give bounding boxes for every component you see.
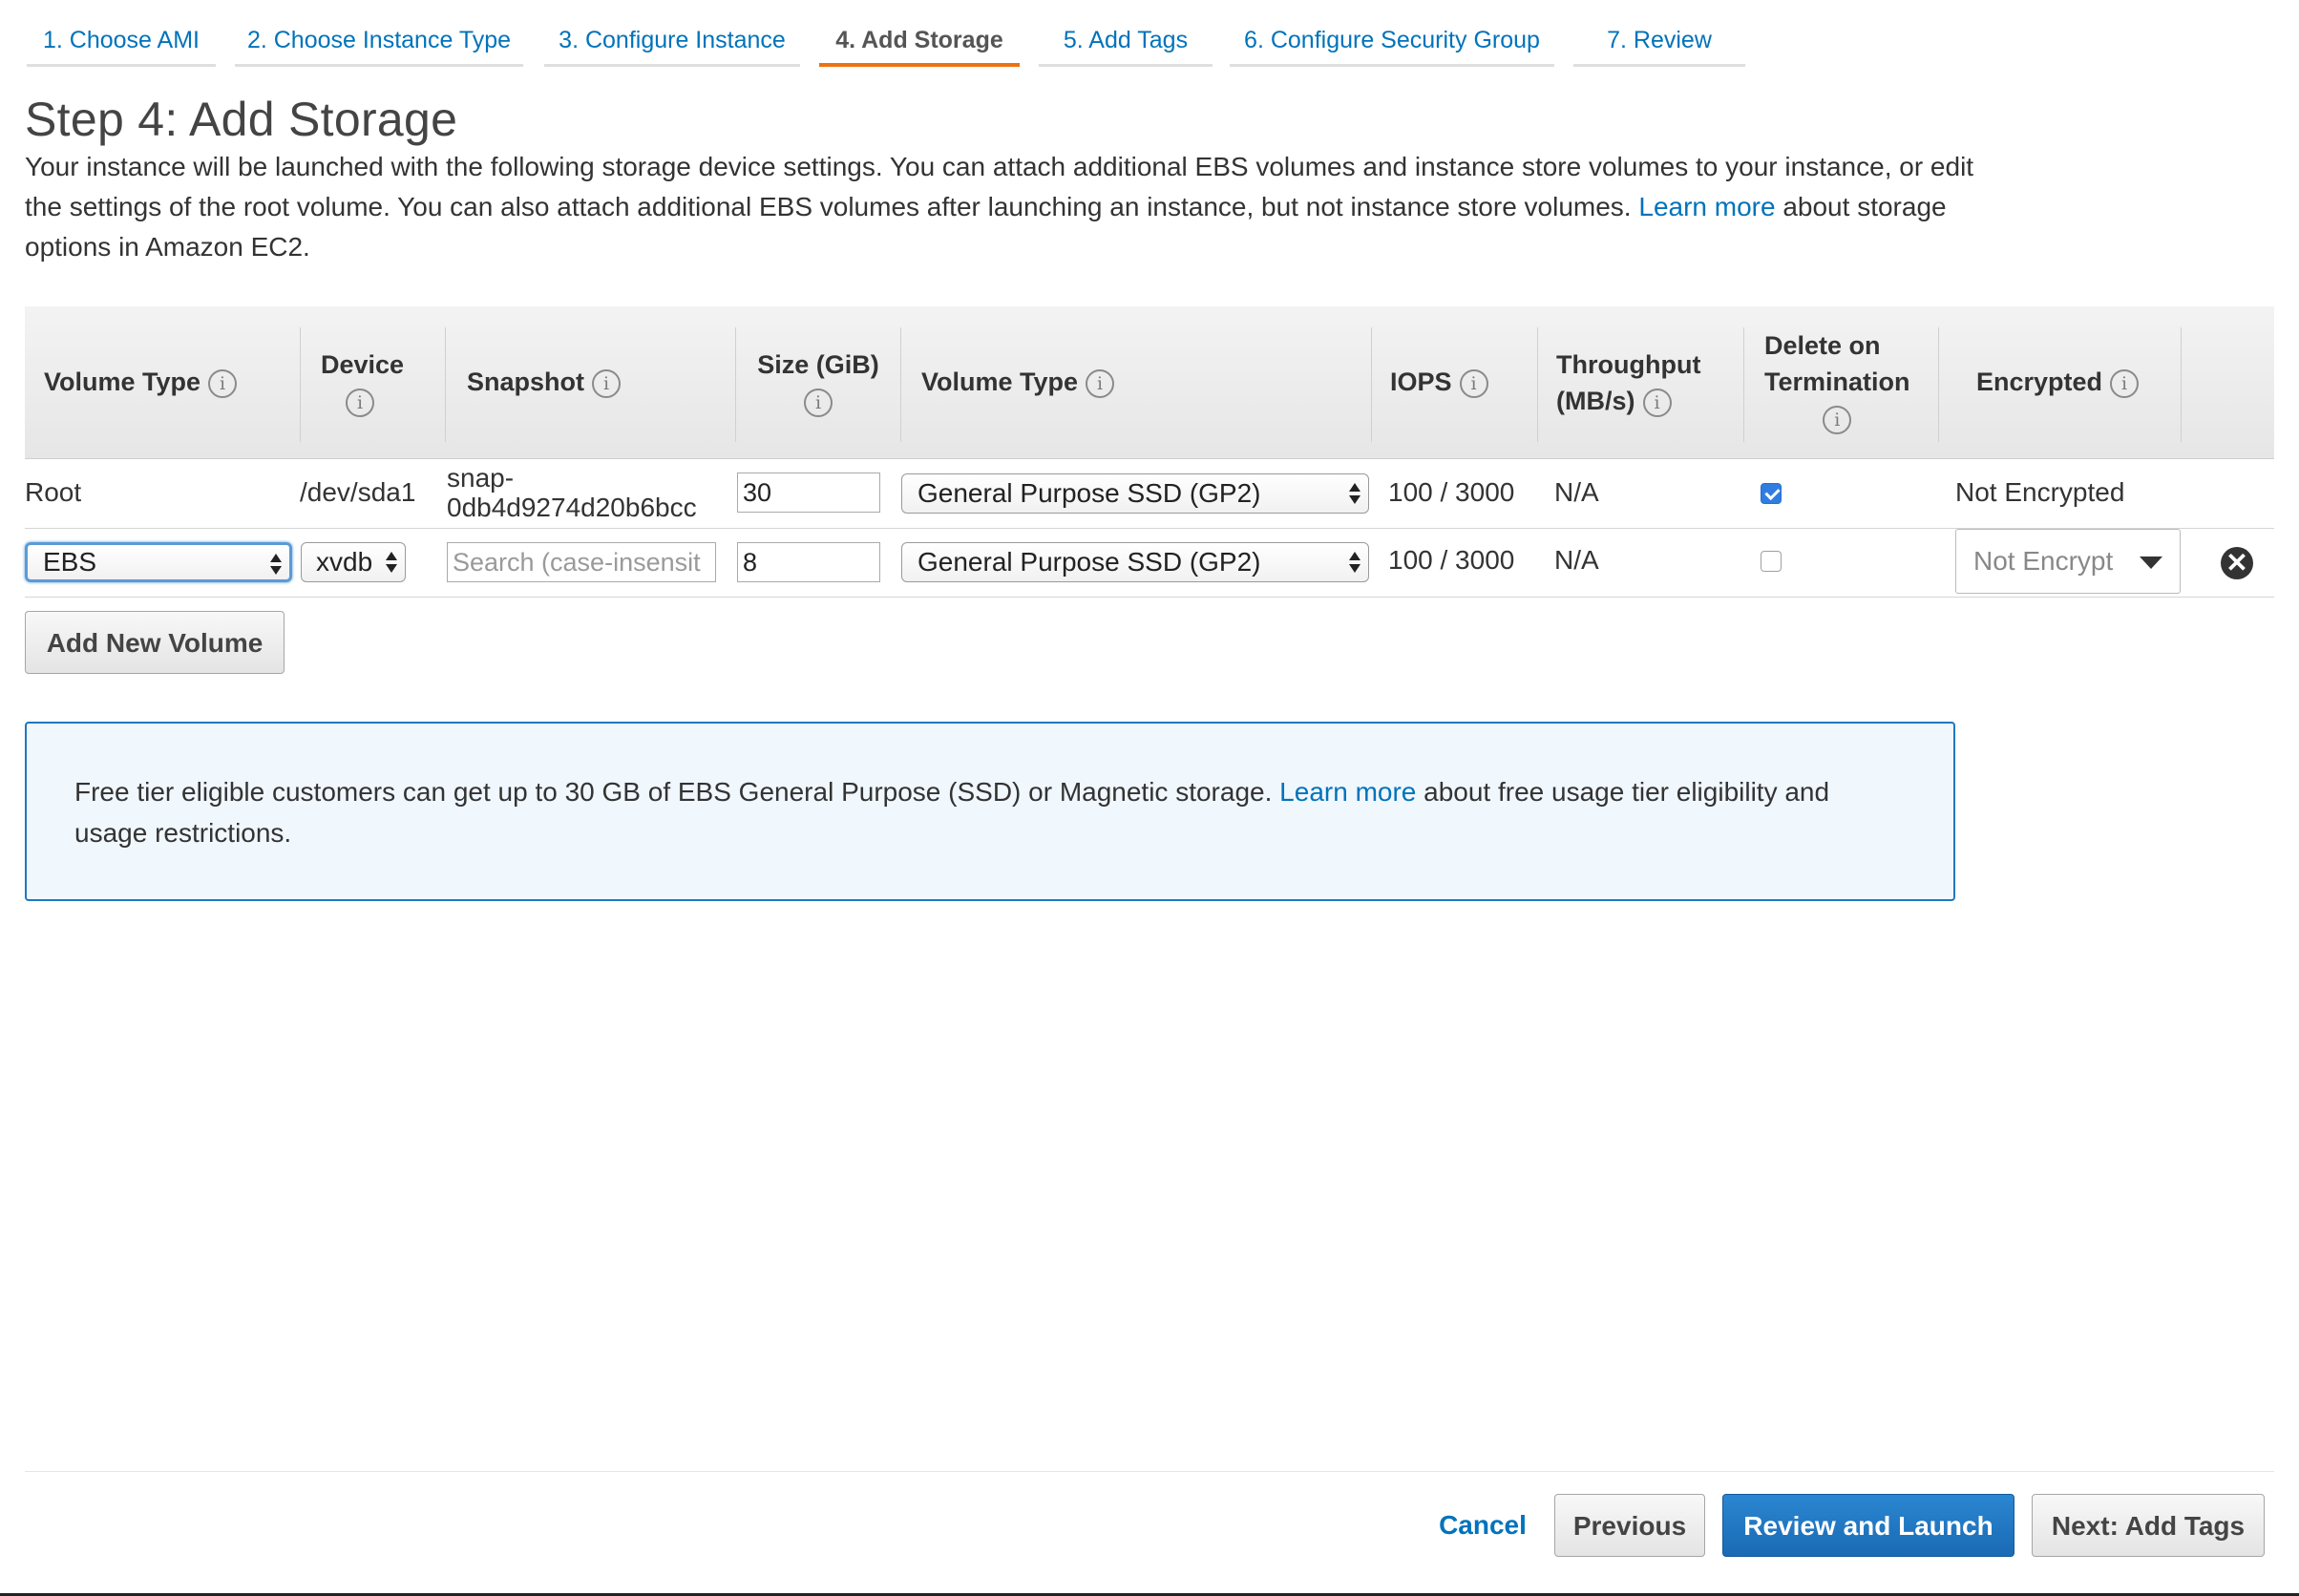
footer-divider	[25, 1471, 2274, 1472]
add-new-volume-button[interactable]: Add New Volume	[25, 611, 285, 674]
info-icon[interactable]: i	[804, 388, 833, 417]
info-icon[interactable]: i	[1086, 368, 1115, 398]
snapshot-cell: snap- 0db4d9274d20b6bcc	[447, 463, 697, 522]
throughput-cell: N/A	[1554, 477, 1599, 507]
info-icon[interactable]: i	[1642, 388, 1672, 417]
page-title: Step 4: Add Storage	[25, 93, 458, 146]
caret-down-icon	[2140, 556, 2162, 569]
select-arrows-icon	[270, 551, 282, 578]
encrypted-dropdown[interactable]: Not Encrypt	[1955, 529, 2181, 594]
ebs-volume-type-select[interactable]: General Purpose SSD (GP2)	[901, 542, 1369, 582]
next-add-tags-button[interactable]: Next: Add Tags	[2032, 1494, 2265, 1557]
header-ebs-volume-type: Volume Type i	[921, 364, 1115, 400]
header-size: Size (GiB) i	[756, 346, 880, 419]
select-arrows-icon	[386, 549, 397, 576]
select-arrows-icon	[1349, 549, 1360, 576]
ebs-volume-type-select[interactable]: General Purpose SSD (GP2)	[901, 473, 1369, 514]
header-volume-type: Volume Type i	[44, 364, 238, 400]
tab-configure-instance[interactable]: 3. Configure Instance	[544, 0, 800, 67]
tab-choose-ami[interactable]: 1. Choose AMI	[27, 0, 216, 67]
select-arrows-icon	[1349, 480, 1360, 507]
tab-add-tags[interactable]: 5. Add Tags	[1039, 0, 1213, 67]
tab-add-storage[interactable]: 4. Add Storage	[819, 0, 1020, 67]
delete-on-termination-checkbox[interactable]	[1761, 551, 1782, 572]
header-snapshot: Snapshot i	[467, 364, 622, 400]
volume-type-cell: Root	[25, 477, 82, 507]
info-icon[interactable]: i	[592, 368, 622, 398]
header-throughput: Throughput (MB/s) i	[1556, 350, 1701, 417]
header-encrypted: Encrypted i	[1976, 364, 2140, 400]
tab-choose-instance-type[interactable]: 2. Choose Instance Type	[235, 0, 523, 67]
encrypted-cell: Not Encrypted	[1955, 477, 2125, 507]
free-tier-text: Free tier eligible customers can get up …	[74, 777, 1830, 848]
snapshot-search-input[interactable]	[447, 542, 716, 582]
device-select[interactable]: xvdb	[301, 542, 406, 582]
device-cell: /dev/sda1	[300, 477, 416, 507]
cancel-button[interactable]: Cancel	[1421, 1494, 1545, 1557]
header-delete-on-termination: Delete on Termination i	[1764, 327, 1910, 436]
info-icon[interactable]: i	[208, 368, 238, 398]
table-row: EBS xvdb General Purpose SSD (GP2) 100 /…	[25, 529, 2274, 598]
throughput-cell: N/A	[1554, 545, 1599, 575]
page-intro: Your instance will be launched with the …	[25, 147, 1992, 267]
wizard-tabs: 1. Choose AMI 2. Choose Instance Type 3.…	[0, 0, 2299, 71]
table-row: Root /dev/sda1 snap-0db4d9274d20b6bcc Ge…	[25, 459, 2274, 529]
remove-volume-icon[interactable]: ✕	[2221, 547, 2253, 579]
header-device: Device i	[321, 346, 404, 419]
free-tier-learn-more-link[interactable]: Learn more	[1279, 777, 1416, 807]
tab-configure-security-group[interactable]: 6. Configure Security Group	[1230, 0, 1554, 67]
size-input[interactable]	[737, 472, 880, 513]
info-icon[interactable]: i	[2110, 368, 2140, 398]
size-input[interactable]	[737, 542, 880, 582]
volume-type-select[interactable]: EBS	[25, 542, 292, 582]
learn-more-link[interactable]: Learn more	[1638, 192, 1775, 221]
tab-review[interactable]: 7. Review	[1573, 0, 1745, 67]
storage-table-header: Volume Type i Device i Snapshot i Size (GiB…	[25, 306, 2274, 459]
delete-on-termination-checkbox[interactable]	[1761, 483, 1782, 504]
header-iops: IOPS i	[1390, 364, 1488, 400]
info-icon[interactable]: i	[1459, 368, 1488, 398]
iops-cell: 100 / 3000	[1388, 545, 1515, 575]
review-and-launch-button[interactable]: Review and Launch	[1722, 1494, 2014, 1557]
iops-cell: 100 / 3000	[1388, 477, 1515, 507]
previous-button[interactable]: Previous	[1554, 1494, 1705, 1557]
info-icon[interactable]: i	[346, 388, 374, 417]
free-tier-info-box: Free tier eligible customers can get up …	[25, 722, 1955, 901]
info-icon[interactable]: i	[1823, 405, 1852, 434]
